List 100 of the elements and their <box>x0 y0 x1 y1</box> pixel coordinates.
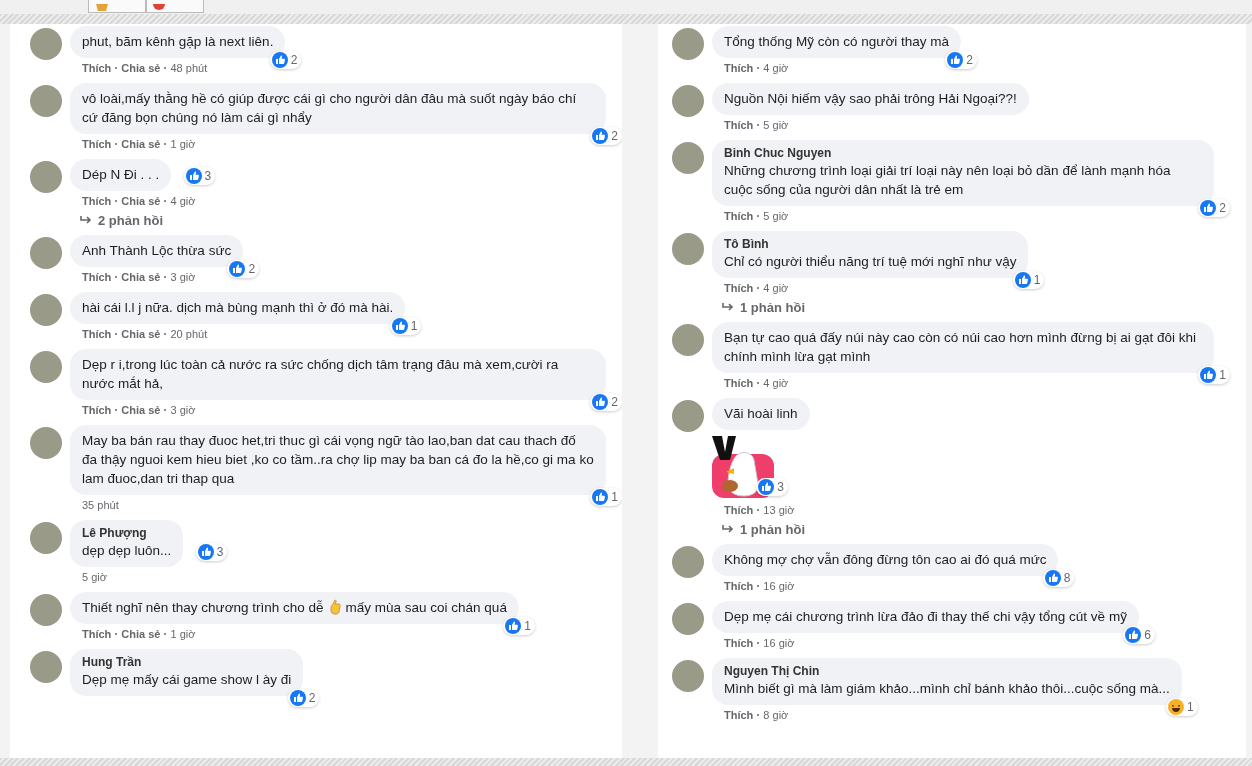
comment-time: 5 giờ <box>763 118 789 133</box>
action-link[interactable]: Chia sẻ <box>121 269 161 285</box>
comment-time: 4 giờ <box>763 376 789 391</box>
reaction-count[interactable]: 2 <box>287 689 320 707</box>
comment-time: 4 giờ <box>170 194 196 209</box>
comment-text: May ba bán rau thay đuoc het,tri thuc gì cái vọng ngữ tào lao,ban dat cau thach đố đa thậy nguoi kem hieu biet ,ko co tầm..ra chợ lip may ba ban cá đo la hề,co gi ma ko lam đuoc,dan tri thap qua <box>82 432 594 488</box>
reaction-count[interactable]: 6 <box>1123 626 1155 644</box>
action-link[interactable]: Thích <box>724 280 754 296</box>
comment-text: Dép N Đi . . . <box>82 166 160 184</box>
comment-text: Dẹp mẹ cái chương trình lừa đảo đi thay thế chi vậy tổng cút về mỹ <box>724 608 1127 626</box>
replies-link[interactable]: 1 phản hồi <box>722 522 805 537</box>
action-link[interactable]: Thích <box>724 375 754 391</box>
action-link[interactable]: Thích <box>82 60 112 76</box>
reaction-count[interactable]: 2 <box>227 260 260 278</box>
comment-time: 16 giờ <box>763 636 795 651</box>
avatar <box>672 233 704 265</box>
comment-time: 5 giờ <box>82 570 107 585</box>
reaction-count[interactable]: 2 <box>590 393 622 411</box>
action-link[interactable]: Thích <box>724 60 754 76</box>
comment-text: Vãi hoài linh <box>724 405 798 423</box>
author-name[interactable]: Tô Bình <box>724 237 1017 252</box>
comment-time: 1 giờ <box>170 627 196 642</box>
reply-arrow-icon <box>722 524 735 535</box>
action-link[interactable]: Chia sẻ <box>121 402 161 418</box>
reaction-count[interactable]: 2 <box>1198 199 1230 217</box>
reaction-count[interactable]: 2 <box>269 51 302 69</box>
author-name[interactable]: Hung Trần <box>82 655 292 670</box>
reply-arrow-icon <box>80 215 93 226</box>
reaction-count[interactable]: 3 <box>756 478 788 496</box>
author-name[interactable]: Lê Phượng <box>82 526 172 541</box>
reply-arrow-icon <box>722 302 735 313</box>
reaction-count[interactable]: 8 <box>1042 569 1075 587</box>
author-name[interactable]: Binh Chuc Nguyen <box>724 146 1202 161</box>
comment-text: Những chương trình loại giải trí loại này nên loại bỏ dần để lành mạnh hóa cuộc sống của người dân nhất là trẻ em <box>724 162 1172 199</box>
action-link[interactable]: Thích <box>82 326 112 342</box>
replies-link[interactable]: 1 phản hồi <box>722 300 805 315</box>
comment-text: hài cái l.l j nữa. dịch mà bùng mạnh thì ở đó mà hài. <box>82 299 394 317</box>
reaction-count[interactable]: 1 <box>1012 271 1045 289</box>
comment-text: dẹp dẹp luôn... <box>82 542 172 560</box>
reaction-count[interactable]: 3 <box>183 167 216 185</box>
avatar <box>672 85 704 117</box>
avatar <box>30 351 62 383</box>
comment-text: Dẹp r i,trong lúc toàn cả nước ra sức chống dịch tâm trạng đâu mà xem,cười ra nước mắt hả, <box>82 356 560 393</box>
avatar <box>672 142 704 174</box>
action-link[interactable]: Thích <box>724 707 754 723</box>
action-link[interactable]: Thích <box>82 269 112 285</box>
comment-time: 35 phút <box>82 498 119 513</box>
comment-time: 4 giờ <box>763 61 789 76</box>
replies-link[interactable]: 2 phản hồi <box>80 213 163 228</box>
action-link[interactable]: Chia sẻ <box>121 626 161 642</box>
comment-time: 8 giờ <box>763 708 789 723</box>
action-link[interactable]: Thích <box>724 117 754 133</box>
comment-time: 48 phút <box>170 61 208 76</box>
avatar <box>30 294 62 326</box>
comment-text: Bạn tự cao quá đấy núi này cao còn có núi cao hơn mình đừng bị ai gạt đôi khi chính mình lừa gạt mình <box>724 329 1197 366</box>
avatar <box>30 28 62 60</box>
comment-text: Thiết nghĩ nên thay chương trình cho dễ mấy mùa sau coi chán quá <box>82 598 507 617</box>
comment-time: 4 giờ <box>763 281 789 296</box>
avatar <box>30 522 62 554</box>
action-link[interactable]: Chia sẻ <box>121 326 161 342</box>
reaction-count[interactable]: 3 <box>195 543 228 561</box>
reaction-count[interactable]: 1 <box>503 617 535 635</box>
comment-text: Anh Thành Lộc thừa sức <box>82 242 232 260</box>
comment-time: 1 giờ <box>170 137 196 152</box>
reaction-count[interactable]: 1 <box>389 317 422 335</box>
action-link[interactable]: Thích <box>724 578 754 594</box>
comment-text: Nguồn Nội hiếm vậy sao phải trông Hải Ngoại??! <box>724 90 1017 108</box>
avatar <box>672 546 704 578</box>
comment-time: 16 giờ <box>763 579 795 594</box>
avatar <box>30 427 62 459</box>
action-link[interactable]: Thích <box>724 635 754 651</box>
reaction-count[interactable]: 1 <box>590 488 622 506</box>
action-link[interactable]: Chia sẻ <box>121 60 161 76</box>
comment-text: Tổng thống Mỹ còn có người thay mà <box>724 33 949 51</box>
author-name[interactable]: Nguyen Thị Chin <box>724 664 1170 679</box>
action-link[interactable]: Thích <box>82 193 112 209</box>
action-link[interactable]: Thích <box>724 208 754 224</box>
comment-time: 3 giờ <box>170 403 196 418</box>
comment-text: Mình biết gì mà làm giám khảo...mình chỉ bánh khảo thôi...cuộc sống mà... <box>724 680 1170 698</box>
reaction-count[interactable]: 1 <box>1166 698 1198 716</box>
avatar <box>672 28 704 60</box>
action-link[interactable]: Thích <box>82 136 112 152</box>
action-link[interactable]: Chia sẻ <box>121 193 161 209</box>
reaction-count[interactable]: 2 <box>590 127 622 145</box>
action-link[interactable]: Thích <box>82 626 112 642</box>
action-link[interactable]: Thích <box>82 402 112 418</box>
avatar <box>30 85 62 117</box>
comment-text: Không mợ chợ vẫn đông đừng tôn cao ai đó quá mức <box>724 551 1047 569</box>
reaction-count[interactable]: 2 <box>945 51 977 69</box>
action-link[interactable]: Chia sẻ <box>121 136 161 152</box>
comment-text: Dẹp mẹ mấy cái game show l ày đi <box>82 671 292 689</box>
comment-time: 20 phút <box>170 327 208 342</box>
comment-text: vô loài,mấy thằng hề có giúp được cái gì cho người dân đâu mà suốt ngày báo chí cứ đăng bọn chúng nó làm cái gì nhẩy <box>82 90 578 127</box>
action-link[interactable]: Thích <box>724 502 754 518</box>
avatar <box>30 594 62 626</box>
avatar <box>672 400 704 432</box>
avatar <box>672 324 704 356</box>
reaction-count[interactable]: 1 <box>1198 366 1230 384</box>
avatar <box>672 660 704 692</box>
avatar <box>30 161 62 193</box>
